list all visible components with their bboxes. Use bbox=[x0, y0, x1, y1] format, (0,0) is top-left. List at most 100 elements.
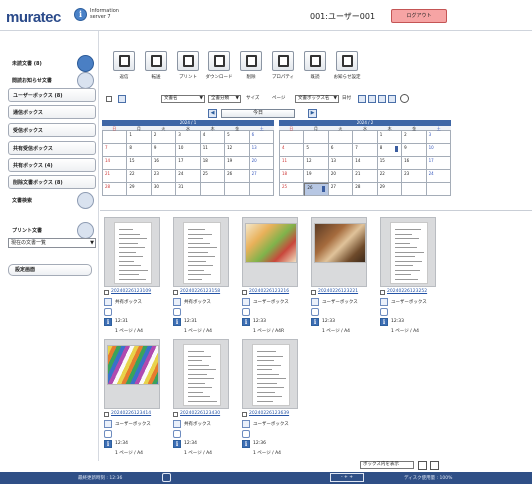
calendar-day[interactable]: 15 bbox=[377, 157, 403, 170]
box-name-select[interactable]: 文書ボックス名 ▼ bbox=[295, 95, 339, 103]
document-thumbnail[interactable] bbox=[242, 217, 298, 287]
calendar-day[interactable]: 4 bbox=[200, 131, 226, 144]
category-select[interactable]: 全書分類 ▼ bbox=[208, 95, 241, 103]
document-card[interactable]: 20240226123221 ユーザーボックス i 12:33 1 ページ / A4 bbox=[311, 217, 371, 337]
document-name[interactable]: 20240226123430 bbox=[180, 411, 220, 416]
document-card[interactable]: 20240226123639 ユーザーボックス i 12:36 1 ページ / A4 bbox=[242, 339, 302, 459]
document-thumbnail[interactable] bbox=[380, 217, 436, 287]
document-checkbox[interactable] bbox=[173, 412, 178, 417]
calendar-day[interactable]: 11 bbox=[280, 157, 305, 170]
document-list-select[interactable]: 現在の文書一覧 ▼ bbox=[8, 238, 96, 248]
calendar-day[interactable]: 10 bbox=[426, 144, 451, 157]
calendar-day[interactable]: 28 bbox=[103, 183, 128, 196]
calendar-day[interactable]: 25 bbox=[200, 170, 226, 183]
document-checkbox[interactable] bbox=[104, 412, 109, 417]
calendar-day[interactable]: 30 bbox=[151, 183, 177, 196]
calendar-day[interactable]: 7 bbox=[353, 144, 378, 157]
sidebar-item-shared-box[interactable]: 共有ボックス (4) bbox=[8, 158, 96, 172]
logout-button[interactable]: ログアウト bbox=[391, 9, 447, 23]
document-thumbnail[interactable] bbox=[104, 217, 160, 287]
calendar-day[interactable]: 21 bbox=[353, 170, 378, 183]
document-card[interactable]: 20240226123216 ユーザーボックス i 12:33 1 ページ / A4R bbox=[242, 217, 302, 337]
document-thumbnail[interactable] bbox=[311, 217, 367, 287]
calendar-day[interactable]: 29 bbox=[127, 183, 152, 196]
sort-icon[interactable] bbox=[358, 95, 366, 103]
calendar-day[interactable]: 17 bbox=[176, 157, 201, 170]
calendar-day[interactable]: 23 bbox=[402, 170, 427, 183]
calendar-day[interactable]: 6 bbox=[328, 144, 354, 157]
calendar-day[interactable]: 26 bbox=[304, 183, 329, 196]
calendar-day[interactable]: 3 bbox=[176, 131, 201, 144]
timer-icon[interactable] bbox=[104, 430, 112, 438]
document-checkbox[interactable] bbox=[380, 290, 385, 295]
calendar-day[interactable]: 19 bbox=[225, 157, 250, 170]
calendar-day[interactable]: 14 bbox=[103, 157, 128, 170]
calendar-day[interactable]: 27 bbox=[249, 170, 274, 183]
calendar-day[interactable]: 10 bbox=[176, 144, 201, 157]
info-icon[interactable]: i bbox=[242, 318, 250, 326]
calendar-day[interactable]: 8 bbox=[127, 144, 152, 157]
info-icon[interactable]: i bbox=[173, 318, 181, 326]
calendar-day[interactable]: 7 bbox=[103, 144, 128, 157]
timer-icon[interactable] bbox=[173, 430, 181, 438]
document-checkbox[interactable] bbox=[173, 290, 178, 295]
calendar-day[interactable]: 15 bbox=[127, 157, 152, 170]
info-icon[interactable]: i bbox=[380, 318, 388, 326]
calendar-day[interactable]: 25 bbox=[280, 183, 305, 196]
calendar-day[interactable]: 23 bbox=[151, 170, 177, 183]
document-name[interactable]: 20240226123414 bbox=[111, 411, 151, 416]
properties-button[interactable] bbox=[272, 51, 294, 71]
forward-button[interactable] bbox=[145, 51, 167, 71]
calendar-day[interactable]: 8 bbox=[377, 144, 403, 157]
calendar-day[interactable]: 13 bbox=[328, 157, 354, 170]
document-thumbnail[interactable] bbox=[104, 339, 160, 409]
timer-icon[interactable] bbox=[242, 308, 250, 316]
sidebar-item-user-box[interactable]: ユーザーボックス (8) bbox=[8, 88, 96, 102]
calendar-day[interactable]: 20 bbox=[328, 170, 354, 183]
list-view-icon[interactable] bbox=[368, 95, 376, 103]
calendar-day[interactable]: 6 bbox=[249, 131, 274, 144]
calendar-day[interactable]: 17 bbox=[426, 157, 451, 170]
sidebar-item-inbox[interactable]: 受信ボックス bbox=[8, 123, 96, 137]
select-all-checkbox[interactable] bbox=[106, 96, 112, 102]
sidebar-item-comm-box[interactable]: 通信ボックス bbox=[8, 105, 96, 119]
calendar-day[interactable]: 12 bbox=[304, 157, 329, 170]
timer-icon[interactable] bbox=[173, 308, 181, 316]
calendar-day[interactable]: 9 bbox=[402, 144, 427, 157]
document-name[interactable]: 20240226123252 bbox=[387, 289, 427, 294]
calendar-day[interactable]: 1 bbox=[127, 131, 152, 144]
calendar-day[interactable]: 16 bbox=[402, 157, 427, 170]
info-icon[interactable]: i bbox=[104, 440, 112, 448]
document-card[interactable]: 20240226123109 共有ボックス i 12:31 1 ページ / A4 bbox=[104, 217, 164, 337]
calendar-day[interactable]: 4 bbox=[280, 144, 305, 157]
calendar-day[interactable]: 18 bbox=[200, 157, 226, 170]
calendar-day[interactable]: 5 bbox=[225, 131, 250, 144]
calendar-day[interactable]: 26 bbox=[225, 170, 250, 183]
sort-field-select[interactable]: 文書名 ▼ bbox=[161, 95, 205, 103]
calendar-day[interactable]: 31 bbox=[176, 183, 201, 196]
timer-icon[interactable] bbox=[380, 308, 388, 316]
settings-button[interactable]: 設定画面 bbox=[8, 264, 92, 276]
document-thumbnail[interactable] bbox=[173, 217, 229, 287]
document-name[interactable]: 20240226123109 bbox=[111, 289, 151, 294]
refresh-icon[interactable] bbox=[162, 473, 171, 482]
calendar-day[interactable]: 22 bbox=[377, 170, 403, 183]
timer-icon[interactable] bbox=[104, 308, 112, 316]
document-thumbnail[interactable] bbox=[173, 339, 229, 409]
document-checkbox[interactable] bbox=[311, 290, 316, 295]
timer-icon[interactable] bbox=[242, 430, 250, 438]
document-card[interactable]: 20240226123414 ユーザーボックス i 12:34 1 ページ / A4 bbox=[104, 339, 164, 459]
document-name[interactable]: 20240226123221 bbox=[318, 289, 358, 294]
info-icon[interactable]: i bbox=[242, 440, 250, 448]
calendar-day[interactable]: 27 bbox=[328, 183, 354, 196]
calendar-day[interactable]: 18 bbox=[280, 170, 305, 183]
thumbnail-view-icon[interactable] bbox=[388, 95, 396, 103]
print-button[interactable] bbox=[177, 51, 199, 71]
calendar-day[interactable]: 29 bbox=[377, 183, 403, 196]
page-icon[interactable] bbox=[118, 95, 126, 103]
calendar-day[interactable]: 3 bbox=[426, 131, 451, 144]
calendar-day[interactable]: 22 bbox=[127, 170, 152, 183]
timer-icon[interactable] bbox=[311, 308, 319, 316]
document-name[interactable]: 20240226123639 bbox=[249, 411, 289, 416]
document-checkbox[interactable] bbox=[242, 412, 247, 417]
